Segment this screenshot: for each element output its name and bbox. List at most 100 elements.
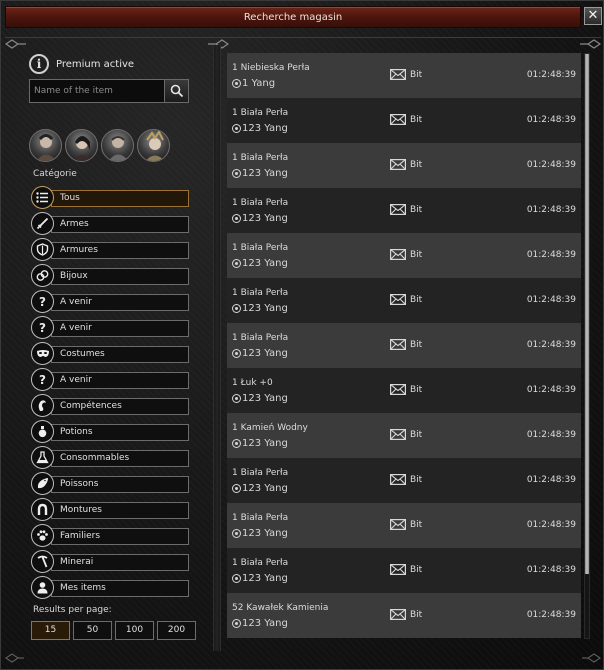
seller-name[interactable]: Bit	[410, 565, 422, 575]
category-label: Tous	[51, 190, 189, 207]
assassin-portrait[interactable]	[65, 129, 98, 162]
category-item[interactable]: ? A venir	[29, 289, 191, 315]
yang-icon	[232, 304, 241, 313]
result-row[interactable]: 1 Biała Perła 123 Yang Bit 01:2:48:39	[227, 143, 581, 188]
category-item[interactable]: Poissons	[29, 471, 191, 497]
result-row[interactable]: 1 Niebieska Perła 1 Yang Bit 01:2:48:39	[227, 53, 581, 98]
seller-name[interactable]: Bit	[410, 430, 422, 440]
yang-icon	[232, 169, 241, 178]
result-row[interactable]: 1 Biała Perła 123 Yang Bit 01:2:48:39	[227, 548, 581, 593]
yang-icon	[232, 214, 241, 223]
yang-icon	[232, 574, 241, 583]
filter-panel: i Premium active Name of the item Catégo…	[25, 49, 201, 649]
seller-name[interactable]: Bit	[410, 475, 422, 485]
seller-name[interactable]: Bit	[410, 205, 422, 215]
category-item[interactable]: Tous	[29, 185, 191, 211]
mail-icon[interactable]	[390, 609, 407, 621]
seller-name[interactable]: Bit	[410, 520, 422, 530]
category-item[interactable]: Bijoux	[29, 263, 191, 289]
mail-icon[interactable]	[390, 519, 407, 531]
item-price: 123 Yang	[232, 573, 288, 584]
result-row[interactable]: 1 Biała Perła 123 Yang Bit 01:2:48:39	[227, 98, 581, 143]
seller-name[interactable]: Bit	[410, 115, 422, 125]
item-name: 1 Niebieska Perła	[232, 63, 310, 73]
scrollbar-thumb[interactable]	[585, 54, 589, 574]
mail-icon[interactable]	[390, 474, 407, 486]
category-label: Mes items	[51, 580, 189, 597]
seller-name[interactable]: Bit	[410, 340, 422, 350]
category-item[interactable]: ? A venir	[29, 367, 191, 393]
category-label: Bijoux	[51, 268, 189, 285]
results-per-page-button[interactable]: 100	[115, 621, 154, 640]
search-button[interactable]	[164, 80, 188, 102]
category-item[interactable]: Montures	[29, 497, 191, 523]
item-name: 1 Biała Perła	[232, 558, 289, 568]
category-item[interactable]: ? A venir	[29, 315, 191, 341]
category-label: Costumes	[51, 346, 189, 363]
mail-icon[interactable]	[390, 249, 407, 261]
result-row[interactable]: 52 Kawałek Kamienia 123 Yang Bit 01:2:48:39	[227, 593, 581, 638]
shop-search-window: Recherche magasin ✕ i Premium active Nam…	[0, 0, 604, 670]
result-row[interactable]: 1 Biała Perła 123 Yang Bit 01:2:48:39	[227, 188, 581, 233]
mail-icon[interactable]	[390, 384, 407, 396]
category-item[interactable]: Consommables	[29, 445, 191, 471]
result-row[interactable]: 1 Biała Perła 123 Yang Bit 01:2:48:39	[227, 503, 581, 548]
result-row[interactable]: 1 Biała Perła 123 Yang Bit 01:2:48:39	[227, 233, 581, 278]
results-scrollbar[interactable]	[584, 53, 590, 639]
category-item[interactable]: Familiers	[29, 523, 191, 549]
category-item[interactable]: Compétences	[29, 393, 191, 419]
warrior-portrait[interactable]	[29, 129, 62, 162]
seller-name[interactable]: Bit	[410, 610, 422, 620]
results-list: 1 Niebieska Perła 1 Yang Bit 01:2:48:39 1 Bi…	[227, 53, 581, 639]
yang-icon	[232, 619, 241, 628]
ornament-icon	[5, 39, 27, 49]
mail-icon[interactable]	[390, 114, 407, 126]
user-icon	[31, 576, 54, 599]
category-item[interactable]: Armes	[29, 211, 191, 237]
mail-icon[interactable]	[390, 339, 407, 351]
sura-portrait[interactable]	[101, 129, 134, 162]
result-row[interactable]: 1 Biała Perła 123 Yang Bit 01:2:48:39	[227, 323, 581, 368]
mail-icon[interactable]	[390, 429, 407, 441]
item-name: 52 Kawałek Kamienia	[232, 603, 329, 613]
results-per-page-button[interactable]: 50	[73, 621, 112, 640]
result-row[interactable]: 1 Łuk +0 123 Yang Bit 01:2:48:39	[227, 368, 581, 413]
panel-divider	[213, 45, 221, 651]
time-remaining: 01:2:48:39	[526, 520, 576, 530]
yang-icon	[232, 394, 241, 403]
results-per-page-button[interactable]: 15	[31, 621, 70, 640]
category-item[interactable]: Potions	[29, 419, 191, 445]
mail-icon[interactable]	[390, 159, 407, 171]
category-label: Familiers	[51, 528, 189, 545]
shaman-portrait[interactable]	[137, 129, 170, 162]
seller-name[interactable]: Bit	[410, 385, 422, 395]
item-price: 123 Yang	[232, 348, 288, 359]
result-row[interactable]: 1 Kamień Wodny 123 Yang Bit 01:2:48:39	[227, 413, 581, 458]
result-row[interactable]: 1 Biała Perła 123 Yang Bit 01:2:48:39	[227, 278, 581, 323]
category-item[interactable]: Mes items	[29, 575, 191, 601]
item-price: 123 Yang	[232, 438, 288, 449]
item-name: 1 Biała Perła	[232, 153, 289, 163]
seller-name[interactable]: Bit	[410, 160, 422, 170]
mail-icon[interactable]	[390, 564, 407, 576]
results-per-page-button[interactable]: 200	[157, 621, 196, 640]
category-item[interactable]: Costumes	[29, 341, 191, 367]
mail-icon[interactable]	[390, 204, 407, 216]
mail-icon[interactable]	[390, 69, 407, 81]
seller-name[interactable]: Bit	[410, 70, 422, 80]
search-input[interactable]	[30, 80, 164, 102]
ornament-icon	[5, 653, 25, 663]
close-button[interactable]: ✕	[584, 7, 602, 25]
question-icon: ?	[31, 368, 54, 391]
character-filter	[29, 129, 170, 162]
ornament-icon	[579, 39, 601, 49]
time-remaining: 01:2:48:39	[526, 70, 576, 80]
mail-icon[interactable]	[390, 294, 407, 306]
item-price-value: 123 Yang	[242, 213, 288, 224]
seller-name[interactable]: Bit	[410, 295, 422, 305]
category-item[interactable]: Minerai	[29, 549, 191, 575]
seller-name[interactable]: Bit	[410, 250, 422, 260]
category-item[interactable]: Armures	[29, 237, 191, 263]
result-row[interactable]: 1 Biała Perła 123 Yang Bit 01:2:48:39	[227, 458, 581, 503]
item-price-value: 123 Yang	[242, 528, 288, 539]
